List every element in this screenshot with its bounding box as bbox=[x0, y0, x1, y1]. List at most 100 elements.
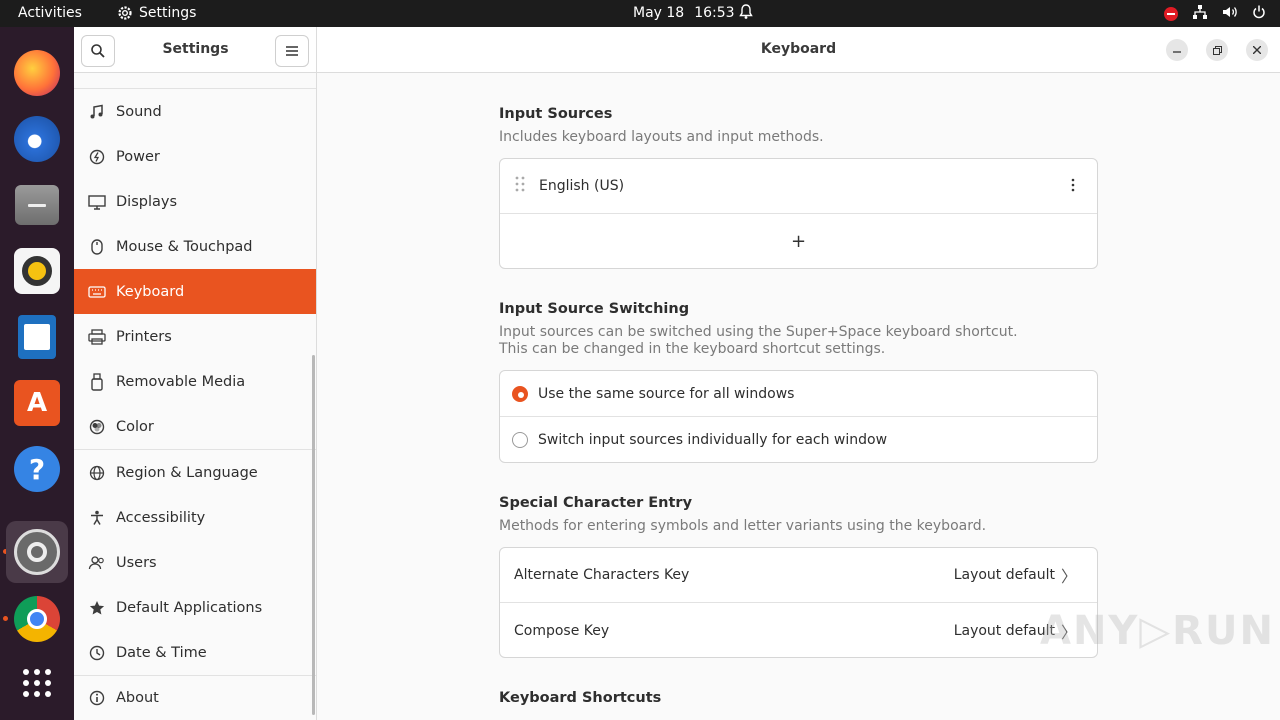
option-label: Switch input sources individually for ea… bbox=[538, 432, 888, 448]
globe-icon bbox=[87, 463, 107, 483]
drag-handle-icon[interactable] bbox=[515, 176, 525, 196]
mouse-icon bbox=[87, 237, 107, 257]
date-label: May 18 bbox=[633, 5, 685, 21]
chrome-launcher[interactable] bbox=[9, 591, 65, 647]
volume-icon[interactable] bbox=[1222, 4, 1238, 24]
section-desc-special: Methods for entering symbols and letter … bbox=[499, 518, 987, 534]
sidebar-item-mouse-touchpad[interactable]: Mouse & Touchpad bbox=[74, 224, 316, 269]
input-source-row[interactable]: English (US) bbox=[500, 159, 1097, 214]
keyboard-icon bbox=[87, 282, 107, 302]
section-desc-switching-2: This can be changed in the keyboard shor… bbox=[499, 341, 886, 357]
chevron-right-icon: 〉 bbox=[1060, 567, 1077, 586]
sidebar-item-power[interactable]: Power bbox=[74, 134, 316, 179]
users-icon bbox=[87, 553, 107, 573]
plus-icon: + bbox=[790, 231, 807, 252]
sidebar-item-label: Keyboard bbox=[116, 283, 185, 300]
activities-button[interactable]: Activities bbox=[18, 5, 82, 21]
special-entry-list: Alternate Characters Key Layout default … bbox=[499, 547, 1098, 658]
section-desc-input-sources: Includes keyboard layouts and input meth… bbox=[499, 129, 824, 145]
usb-drive-icon bbox=[87, 372, 107, 392]
sidebar-item-label: Default Applications bbox=[116, 599, 263, 616]
firefox-launcher[interactable] bbox=[9, 45, 65, 101]
anyrun-watermark-logo: ANY▷RUN bbox=[1040, 608, 1275, 654]
writer-launcher[interactable] bbox=[9, 309, 65, 365]
sidebar-item-label: Accessibility bbox=[116, 509, 206, 526]
section-desc-switching-1: Input sources can be switched using the … bbox=[499, 324, 1018, 340]
power-menu-icon[interactable] bbox=[1252, 4, 1266, 24]
row-value: Layout default bbox=[953, 567, 1055, 583]
sidebar-item-accessibility[interactable]: Accessibility bbox=[74, 495, 316, 540]
radio-selected[interactable] bbox=[512, 385, 528, 402]
section-title-switching: Input Source Switching bbox=[499, 301, 690, 317]
do-not-disturb-icon[interactable] bbox=[1164, 7, 1178, 21]
sidebar-item-label: Power bbox=[116, 148, 160, 165]
top-bar: Activities Settings May 18 16:53 bbox=[0, 0, 1280, 27]
sidebar-item-color[interactable]: Color bbox=[74, 404, 316, 449]
option-label: Use the same source for all windows bbox=[538, 385, 795, 402]
radio-unselected[interactable] bbox=[512, 432, 528, 448]
sidebar-item-label: Mouse & Touchpad bbox=[116, 238, 253, 255]
show-apps-button[interactable] bbox=[9, 655, 65, 711]
sidebar-item-label: Printers bbox=[116, 328, 172, 345]
system-tray[interactable] bbox=[1164, 4, 1266, 24]
sidebar-item-keyboard[interactable]: Keyboard bbox=[74, 269, 316, 314]
compose-key-row[interactable]: Compose Key Layout default 〉 bbox=[500, 603, 1097, 657]
files-launcher[interactable] bbox=[9, 177, 65, 233]
menu-button[interactable] bbox=[275, 35, 309, 67]
sidebar-item-region-language[interactable]: Region & Language bbox=[74, 450, 316, 495]
sidebar-item-label: Date & Time bbox=[116, 644, 207, 661]
sidebar-item-label: Users bbox=[116, 554, 157, 571]
dock: A ? bbox=[0, 27, 74, 720]
sidebar-header: Settings bbox=[74, 27, 317, 73]
help-icon: ? bbox=[14, 446, 60, 492]
firefox-icon bbox=[14, 50, 60, 96]
minimize-button[interactable] bbox=[1166, 39, 1188, 61]
more-options-icon[interactable] bbox=[1071, 178, 1075, 196]
help-launcher[interactable]: ? bbox=[9, 441, 65, 497]
app-grid-icon bbox=[23, 669, 51, 697]
sidebar-item-displays[interactable]: Displays bbox=[74, 179, 316, 224]
rhythmbox-launcher[interactable] bbox=[9, 243, 65, 299]
settings-launcher[interactable] bbox=[6, 521, 68, 583]
input-source-label: English (US) bbox=[539, 178, 625, 194]
input-sources-list: English (US) + bbox=[499, 158, 1098, 269]
add-input-source-button[interactable]: + bbox=[500, 214, 1097, 268]
main-header: Keyboard bbox=[317, 27, 1280, 73]
section-title-input-sources: Input Sources bbox=[499, 106, 613, 122]
time-label: 16:53 bbox=[694, 5, 735, 21]
option-individual-source[interactable]: Switch input sources individually for ea… bbox=[500, 417, 1097, 462]
close-button[interactable] bbox=[1246, 39, 1268, 61]
star-icon bbox=[87, 598, 107, 618]
sidebar-item-date-time[interactable]: Date & Time bbox=[74, 630, 316, 675]
software-bag-icon: A bbox=[14, 380, 60, 426]
sidebar-item-label: Displays bbox=[116, 193, 178, 210]
maximize-button[interactable] bbox=[1206, 39, 1228, 61]
music-note-icon bbox=[87, 102, 107, 122]
sidebar-item-printers[interactable]: Printers bbox=[74, 314, 316, 359]
section-title-special: Special Character Entry bbox=[499, 495, 693, 511]
sidebar-item-about[interactable]: About bbox=[74, 675, 316, 720]
sidebar-item-label: Sound bbox=[116, 103, 162, 120]
accessibility-icon bbox=[87, 508, 107, 528]
option-same-source[interactable]: Use the same source for all windows bbox=[500, 371, 1097, 417]
hamburger-icon bbox=[286, 46, 298, 56]
rhythmbox-icon bbox=[14, 248, 60, 294]
close-icon bbox=[1253, 46, 1261, 54]
files-icon bbox=[15, 185, 59, 225]
clock[interactable]: May 18 16:53 bbox=[633, 5, 735, 21]
sidebar-item-label: Removable Media bbox=[116, 373, 246, 390]
sidebar-scrollbar[interactable] bbox=[312, 355, 315, 715]
network-icon[interactable] bbox=[1192, 4, 1208, 24]
thunderbird-launcher[interactable] bbox=[9, 111, 65, 167]
software-launcher[interactable]: A bbox=[9, 375, 65, 431]
app-menu[interactable]: Settings bbox=[117, 5, 196, 21]
printer-icon bbox=[87, 327, 107, 347]
alternate-characters-key-row[interactable]: Alternate Characters Key Layout default … bbox=[500, 548, 1097, 603]
row-label: Alternate Characters Key bbox=[514, 567, 690, 583]
sidebar-item-sound[interactable]: Sound bbox=[74, 89, 316, 134]
sidebar-item-users[interactable]: Users bbox=[74, 540, 316, 585]
sidebar-item-removable-media[interactable]: Removable Media bbox=[74, 359, 316, 404]
app-name: Settings bbox=[139, 5, 197, 21]
bell-icon[interactable] bbox=[739, 4, 753, 24]
sidebar-item-default-applications[interactable]: Default Applications bbox=[74, 585, 316, 630]
